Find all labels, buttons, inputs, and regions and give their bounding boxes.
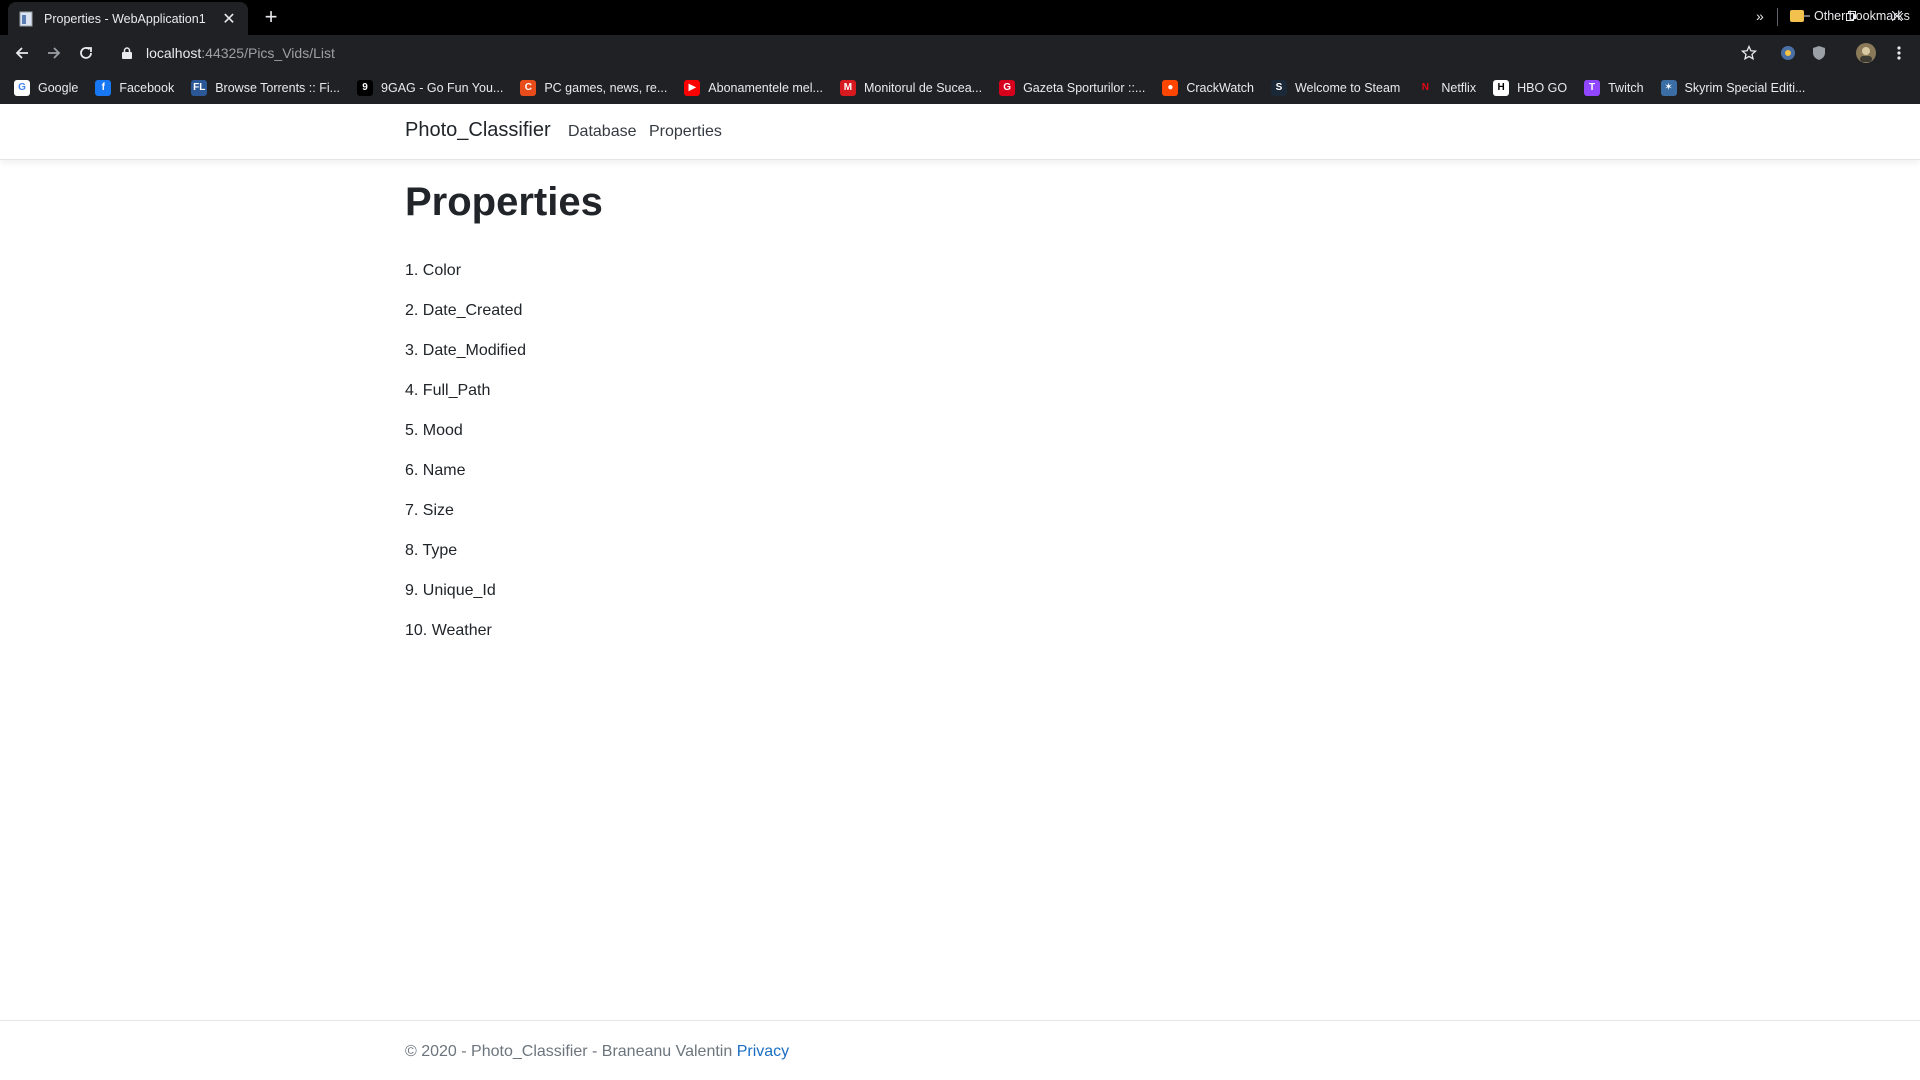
- property-item: 5. Mood: [405, 422, 463, 439]
- privacy-link[interactable]: Privacy: [737, 1043, 789, 1060]
- brand-link[interactable]: Photo_Classifier: [405, 119, 551, 142]
- lock-icon[interactable]: [122, 46, 136, 60]
- footer: © 2020 - Photo_Classifier - Braneanu Val…: [0, 1020, 1920, 1080]
- reddit-icon: ●: [1162, 79, 1179, 96]
- bookmark-label: CrackWatch: [1186, 80, 1254, 95]
- property-item: 10. Weather: [405, 622, 492, 639]
- bookmark-label: Abonamentele mel...: [708, 80, 823, 95]
- monitorul-icon: M: [839, 79, 856, 96]
- steam-icon: S: [1270, 79, 1287, 96]
- twitch-icon: T: [1584, 79, 1601, 96]
- nav-link-properties[interactable]: Properties: [649, 123, 722, 141]
- bookmarks-bar: G Google f Facebook FL Browse Torrents :: Fi.…: [0, 71, 1920, 104]
- shield-extension-icon[interactable]: [1808, 42, 1830, 64]
- other-bookmarks-label: Other bookmarks: [1814, 9, 1910, 23]
- bookmark-label: PC games, news, re...: [544, 80, 668, 95]
- bookmark-item[interactable]: G Google: [14, 75, 86, 101]
- filelist-icon: FL: [191, 79, 208, 96]
- extension-icon[interactable]: [1777, 42, 1799, 64]
- pcgames-icon: C: [520, 79, 537, 96]
- skyrim-icon: ✶: [1660, 79, 1677, 96]
- profile-avatar[interactable]: [1855, 42, 1877, 64]
- new-tab-icon[interactable]: +: [258, 5, 284, 31]
- bookmark-item[interactable]: N Netflix: [1417, 75, 1484, 101]
- tab-strip: Properties - WebApplication1 ✕ +: [0, 0, 1920, 35]
- folder-icon: [1790, 10, 1804, 22]
- other-bookmarks[interactable]: Other bookmarks: [1790, 3, 1910, 29]
- back-arrow-icon[interactable]: [8, 39, 36, 67]
- browser-toolbar: localhost:44325/Pics_Vids/List: [0, 35, 1920, 71]
- properties-list: 1. Color 2. Date_Created 3. Date_Modified 4…: [405, 260, 526, 660]
- property-item: 7. Size: [405, 502, 454, 519]
- page-title: Properties: [405, 180, 603, 224]
- copyright-text: © 2020 - Photo_Classifier - Braneanu Val…: [405, 1043, 733, 1060]
- bookmark-item[interactable]: FL Browse Torrents :: Fi...: [191, 75, 348, 101]
- bookmark-label: Welcome to Steam: [1294, 80, 1401, 95]
- bookmark-label: Netflix: [1441, 80, 1477, 95]
- bookmark-item[interactable]: S Welcome to Steam: [1270, 75, 1408, 101]
- property-item: 8. Type: [405, 542, 458, 559]
- bookmark-label: Browse Torrents :: Fi...: [215, 80, 341, 95]
- url-host: localhost: [146, 45, 202, 61]
- property-item: 2. Date_Created: [405, 302, 523, 319]
- address-bar[interactable]: localhost:44325/Pics_Vids/List: [110, 38, 1764, 68]
- google-icon: G: [14, 79, 30, 96]
- bookmarks-divider: [1777, 8, 1778, 26]
- tab-title: Properties - WebApplication1: [44, 11, 206, 26]
- property-item: 6. Name: [405, 462, 466, 479]
- bookmark-item[interactable]: H HBO GO: [1493, 75, 1575, 101]
- bookmark-item[interactable]: ✶ Skyrim Special Editi...: [1660, 75, 1814, 101]
- bookmark-item[interactable]: 9 9GAG - Go Fun You...: [357, 75, 511, 101]
- bookmark-label: Skyrim Special Editi...: [1684, 80, 1806, 95]
- netflix-icon: N: [1417, 79, 1434, 96]
- reload-icon[interactable]: [72, 39, 100, 67]
- url-path: :44325/Pics_Vids/List: [201, 45, 335, 61]
- bookmark-label: Google: [38, 80, 79, 95]
- bookmark-item[interactable]: ▶ Abonamentele mel...: [684, 75, 831, 101]
- footer-text: © 2020 - Photo_Classifier - Braneanu Val…: [405, 1043, 789, 1061]
- site-navbar: Photo_Classifier Database Properties: [0, 104, 1920, 160]
- bookmark-label: Monitorul de Sucea...: [863, 80, 983, 95]
- bookmark-item[interactable]: C PC games, news, re...: [520, 75, 675, 101]
- youtube-icon: ▶: [684, 79, 701, 96]
- bookmark-label: 9GAG - Go Fun You...: [381, 80, 504, 95]
- bookmark-label: HBO GO: [1517, 80, 1568, 95]
- browser-tab[interactable]: Properties - WebApplication1 ✕: [8, 2, 248, 35]
- page-icon: [18, 11, 34, 27]
- facebook-icon: f: [95, 79, 112, 96]
- bookmark-item[interactable]: M Monitorul de Sucea...: [839, 75, 990, 101]
- bookmark-item[interactable]: f Facebook: [95, 75, 182, 101]
- bookmark-item[interactable]: G Gazeta Sporturilor ::...: [999, 75, 1153, 101]
- nav-link-database[interactable]: Database: [568, 123, 637, 141]
- bookmark-item[interactable]: ● CrackWatch: [1162, 75, 1262, 101]
- more-bookmarks-icon[interactable]: »: [1756, 8, 1764, 24]
- gazeta-icon: G: [999, 79, 1016, 96]
- property-item: 4. Full_Path: [405, 382, 491, 399]
- 9gag-icon: 9: [357, 79, 374, 96]
- bookmark-label: Twitch: [1608, 80, 1644, 95]
- property-item: 9. Unique_Id: [405, 582, 496, 599]
- bookmark-item[interactable]: T Twitch: [1584, 75, 1651, 101]
- bookmark-star-icon[interactable]: [1736, 40, 1762, 66]
- property-item: 1. Color: [405, 262, 462, 279]
- forward-arrow-icon[interactable]: [40, 39, 68, 67]
- hbo-icon: H: [1493, 79, 1510, 96]
- close-tab-icon[interactable]: ✕: [220, 9, 238, 29]
- bookmark-label: Facebook: [119, 80, 175, 95]
- bookmark-label: Gazeta Sporturilor ::...: [1023, 80, 1146, 95]
- property-item: 3. Date_Modified: [405, 342, 526, 359]
- menu-dots-icon[interactable]: [1888, 42, 1910, 64]
